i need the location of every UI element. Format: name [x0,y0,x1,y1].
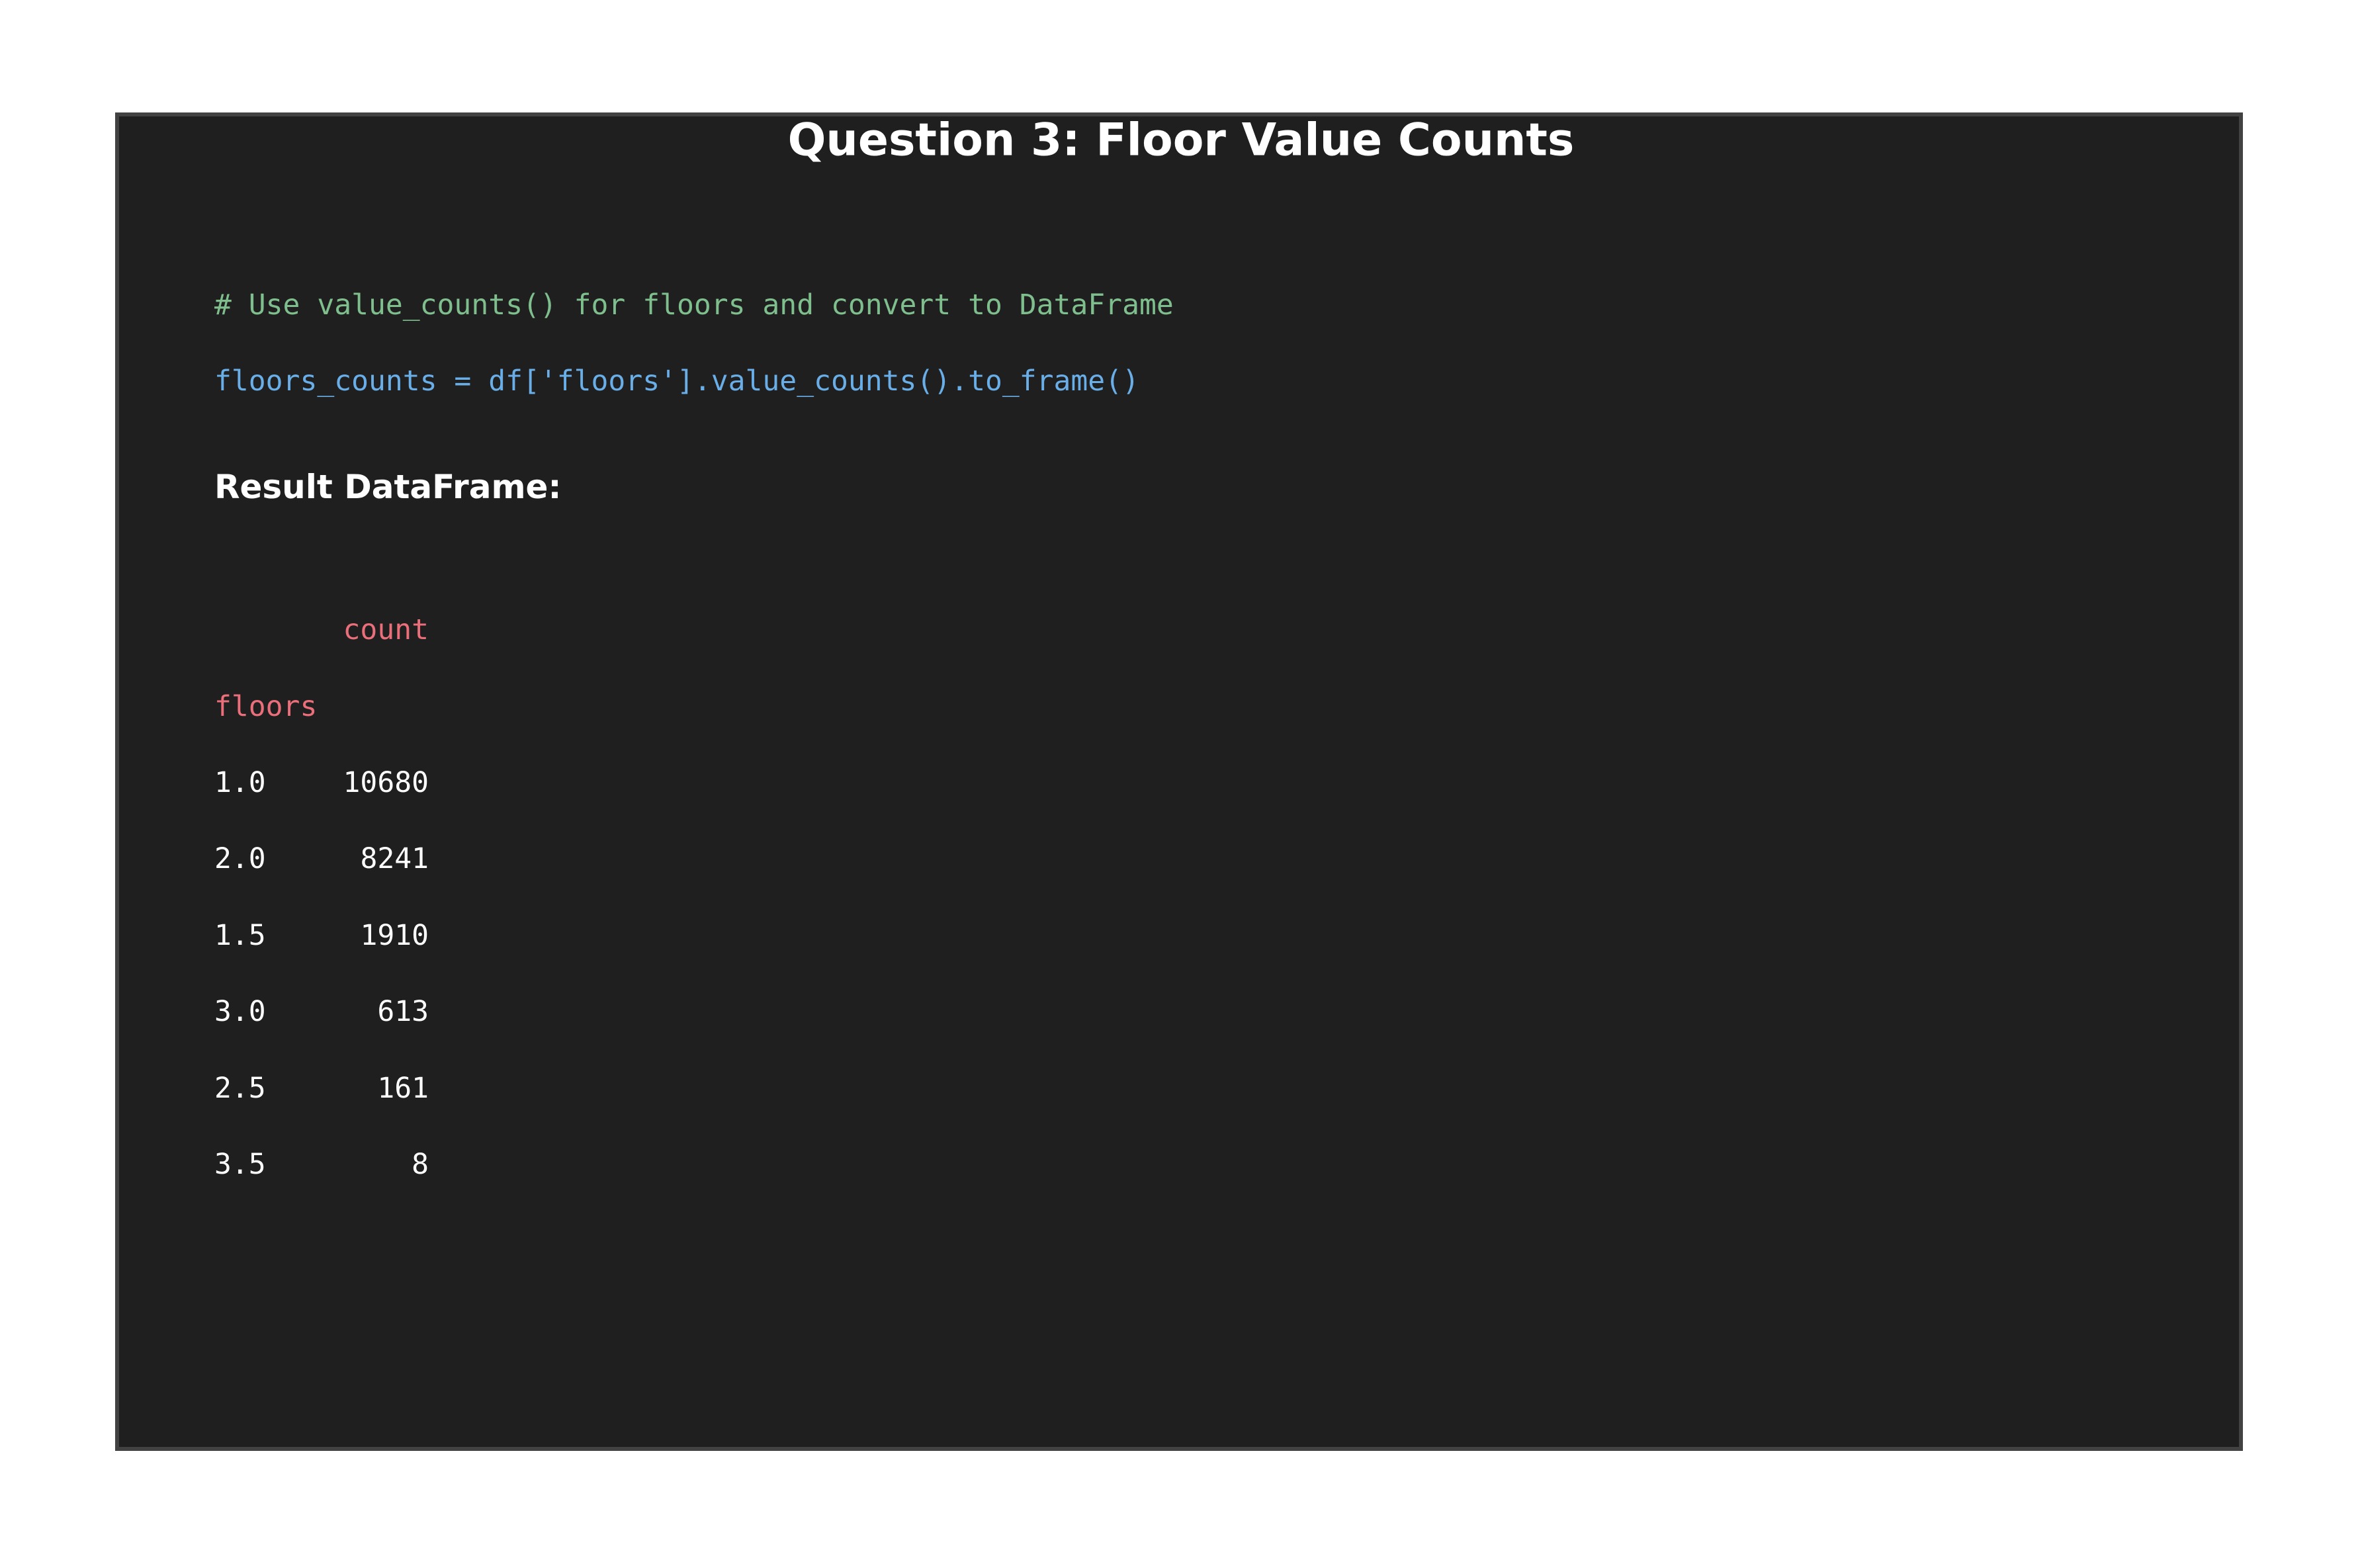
code-comment: # Use value_counts() for floors and conv… [214,288,1174,322]
row-index: 2.0 [214,842,266,875]
row-count: 1910 [360,919,429,952]
row-index: 3.0 [214,995,266,1028]
page-title: Question 3: Floor Value Counts [787,114,1575,167]
row-index: 1.5 [214,919,266,952]
code-statement: floors_counts = df['floors'].value_count… [214,365,1139,398]
row-count: 8241 [360,842,429,875]
row-index: 2.5 [214,1072,266,1105]
row-count: 10680 [343,766,429,799]
row-count: 8 [412,1148,429,1181]
row-count: 161 [377,1072,429,1105]
row-count: 613 [377,995,429,1028]
page-root: Question 3: Floor Value Counts # Use val… [0,0,2362,1568]
column-header-count: count [343,613,429,646]
row-index: 1.0 [214,766,266,799]
index-name: floors [214,690,318,723]
row-index: 3.5 [214,1148,266,1181]
result-heading: Result DataFrame: [214,468,562,506]
